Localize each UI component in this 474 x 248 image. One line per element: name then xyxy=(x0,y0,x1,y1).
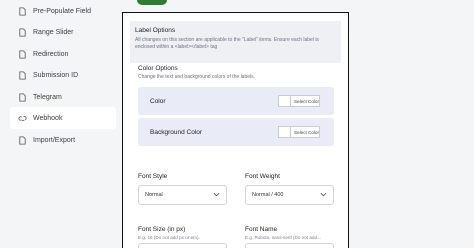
sidebar-item-label: Range Slider xyxy=(33,28,74,36)
font-style-label: Font Style xyxy=(138,173,168,180)
color-options-subtitle: Change the text and background colors of… xyxy=(138,74,256,80)
sidebar-item-submission-id[interactable]: Submission ID xyxy=(10,64,116,86)
color-options-title: Color Options xyxy=(138,65,178,72)
sidebar-item-label: Webhook xyxy=(33,114,63,122)
sidebar-item-label: Pre-Populate Field xyxy=(33,7,91,15)
color-setting-row: Color Select Color xyxy=(138,87,334,115)
label-options-description: All changes on this section are applicab… xyxy=(135,37,319,50)
select-color-button[interactable]: Select Color xyxy=(278,95,320,107)
sidebar-item-label: Import/Export xyxy=(33,136,76,144)
settings-panel: Label Options All changes on this sectio… xyxy=(122,12,349,248)
font-weight-value: Normal / 400 xyxy=(252,192,284,198)
background-color-label: Background Color xyxy=(150,128,203,136)
chevron-down-icon xyxy=(320,192,327,199)
sidebar-item-label: Telegram xyxy=(33,93,62,101)
color-label: Color xyxy=(150,97,166,105)
webhook-icon xyxy=(18,114,27,123)
file-icon xyxy=(18,70,27,80)
font-weight-select[interactable]: Normal / 400 xyxy=(245,185,334,205)
font-style-select[interactable]: Normal xyxy=(138,185,227,205)
color-swatch xyxy=(279,96,291,106)
sidebar-item-pre-populate-field[interactable]: Pre-Populate Field xyxy=(10,0,116,22)
font-style-value: Normal xyxy=(145,192,163,198)
sidebar: Pre-Populate Field Range Slider Redirect… xyxy=(0,0,124,248)
select-color-label: Select Color xyxy=(293,98,320,104)
file-icon xyxy=(18,6,27,16)
font-size-label: Font Size (in px) xyxy=(138,226,186,233)
file-icon xyxy=(18,92,27,102)
select-color-label: Select Color xyxy=(293,129,320,135)
enable-toggle[interactable] xyxy=(137,0,167,5)
sidebar-item-telegram[interactable]: Telegram xyxy=(10,86,116,108)
font-size-input[interactable] xyxy=(138,243,227,248)
font-name-hint: E.g. Roboto, sans-serif (Do not add... xyxy=(245,235,321,240)
chevron-down-icon xyxy=(213,192,220,199)
sidebar-item-label: Redirection xyxy=(33,50,69,58)
sidebar-item-import-export[interactable]: Import/Export xyxy=(10,129,116,151)
file-icon xyxy=(18,49,27,59)
font-weight-label: Font Weight xyxy=(245,173,280,180)
font-name-input[interactable] xyxy=(245,243,334,248)
file-icon xyxy=(18,27,27,37)
font-size-hint: E.g. 16 (Do not add px or em). xyxy=(138,235,200,240)
sidebar-item-webhook[interactable]: Webhook xyxy=(10,107,116,129)
label-options-notice: Label Options All changes on this sectio… xyxy=(130,21,341,63)
select-background-color-button[interactable]: Select Color xyxy=(278,126,320,138)
background-color-setting-row: Background Color Select Color xyxy=(138,118,334,146)
sidebar-item-redirection[interactable]: Redirection xyxy=(10,43,116,65)
label-options-title: Label Options xyxy=(135,27,176,34)
font-name-label: Font Name xyxy=(245,226,278,233)
color-swatch xyxy=(279,127,291,137)
sidebar-item-label: Submission ID xyxy=(33,71,79,79)
file-icon xyxy=(18,135,27,145)
sidebar-item-range-slider[interactable]: Range Slider xyxy=(10,21,116,43)
